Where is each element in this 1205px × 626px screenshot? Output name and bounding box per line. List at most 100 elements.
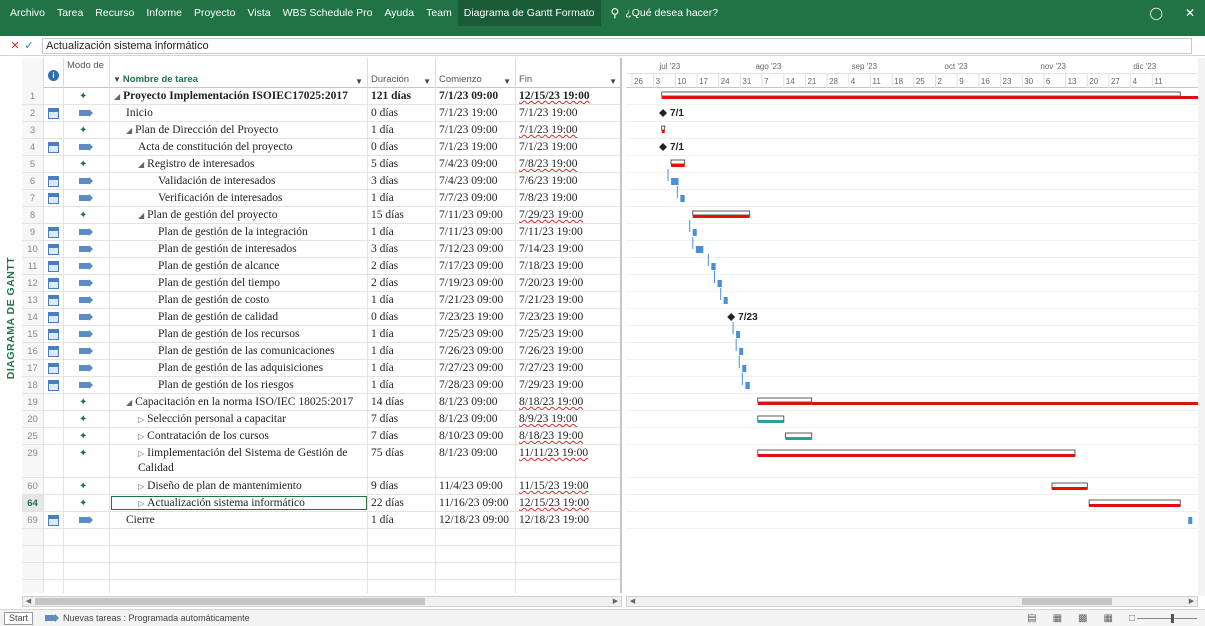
scroll-right-icon[interactable]: ▶ <box>610 597 621 606</box>
table-row[interactable]: 18 Plan de gestión de los riesgos 1 día 7/2… <box>22 377 620 394</box>
expand-triangle-icon[interactable]: ▷ <box>138 499 144 508</box>
collapse-triangle-icon[interactable]: ◢ <box>138 160 144 169</box>
start-cell[interactable]: 7/1/23 09:00 <box>436 88 516 104</box>
finish-cell[interactable]: 7/29/23 19:00 <box>516 207 620 223</box>
finish-cell[interactable]: 7/25/23 19:00 <box>516 326 620 342</box>
ribbon-tab-recurso[interactable]: Recurso <box>89 0 140 26</box>
duration-cell[interactable]: 2 días <box>368 258 436 274</box>
row-id[interactable]: 10 <box>22 241 44 257</box>
mode-cell[interactable] <box>64 241 110 257</box>
finish-cell[interactable]: 8/18/23 19:00 <box>516 394 620 410</box>
task-name-cell[interactable]: Plan de gestión de alcance <box>110 258 368 274</box>
duration-cell[interactable]: 1 día <box>368 122 436 138</box>
duration-cell[interactable]: 5 días <box>368 156 436 172</box>
mode-cell[interactable] <box>64 258 110 274</box>
mode-cell[interactable] <box>64 512 110 528</box>
mode-cell[interactable]: ✦ <box>64 495 110 511</box>
finish-cell[interactable]: 7/8/23 19:00 <box>516 190 620 206</box>
start-cell[interactable]: 7/28/23 09:00 <box>436 377 516 393</box>
table-row[interactable]: 1 ✦ ◢ Proyecto Implementación ISOIEC17025:2… <box>22 88 620 105</box>
table-row[interactable]: 29 ✦ ▷ Iimplementación del Sistema de Gesti… <box>22 445 620 478</box>
duration-cell[interactable] <box>368 546 436 562</box>
finish-cell[interactable]: 7/8/23 19:00 <box>516 156 620 172</box>
table-row[interactable]: 16 Plan de gestión de las comunicaciones 1… <box>22 343 620 360</box>
cancel-entry-icon[interactable]: ✕ <box>8 39 22 52</box>
row-id[interactable]: 14 <box>22 309 44 325</box>
row-id[interactable]: 6 <box>22 173 44 189</box>
finish-cell[interactable]: 7/23/23 19:00 <box>516 309 620 325</box>
duration-cell[interactable]: 2 días <box>368 275 436 291</box>
mode-cell[interactable]: ✦ <box>64 428 110 444</box>
mode-cell[interactable] <box>64 309 110 325</box>
duration-cell[interactable] <box>368 563 436 579</box>
table-row[interactable]: 9 Plan de gestión de la integración 1 día 7… <box>22 224 620 241</box>
table-row[interactable]: 25 ✦ ▷ Contratación de los cursos 7 días 8/10… <box>22 428 620 445</box>
start-button[interactable]: Start <box>4 611 34 625</box>
row-id[interactable]: 16 <box>22 343 44 359</box>
duration-column-header[interactable]: Duración ▼ <box>368 58 436 88</box>
row-id[interactable]: 69 <box>22 512 44 528</box>
start-cell[interactable]: 7/17/23 09:00 <box>436 258 516 274</box>
row-id[interactable]: 20 <box>22 411 44 427</box>
duration-cell[interactable]: 1 día <box>368 512 436 528</box>
scroll-right-icon[interactable]: ▶ <box>1186 597 1197 606</box>
ribbon-tab-wbs-schedule-pro[interactable]: WBS Schedule Pro <box>277 0 379 26</box>
mode-cell[interactable]: ✦ <box>64 478 110 494</box>
row-id[interactable]: 17 <box>22 360 44 376</box>
ribbon-tab-archivo[interactable]: Archivo <box>4 0 51 26</box>
table-row[interactable]: 60 ✦ ▷ Diseño de plan de mantenimiento 9 día… <box>22 478 620 495</box>
task-name-cell[interactable]: Plan de gestión de la integración <box>110 224 368 240</box>
finish-cell[interactable]: 7/29/23 19:00 <box>516 377 620 393</box>
duration-cell[interactable]: 3 días <box>368 173 436 189</box>
task-name-cell[interactable]: Verificación de interesados <box>110 190 368 206</box>
expand-triangle-icon[interactable]: ▷ <box>138 482 144 491</box>
task-name-cell[interactable]: ▷ Actualización sistema informático <box>110 495 368 511</box>
scroll-left-icon[interactable]: ◀ <box>627 597 638 606</box>
finish-cell[interactable]: 8/18/23 19:00 <box>516 428 620 444</box>
mode-cell[interactable]: ✦ <box>64 445 110 477</box>
duration-cell[interactable] <box>368 529 436 545</box>
finish-cell[interactable]: 11/15/23 19:00 <box>516 478 620 494</box>
row-id[interactable]: 9 <box>22 224 44 240</box>
table-row[interactable]: 2 Inicio 0 días 7/1/23 19:00 7/1/23 19:00 <box>22 105 620 122</box>
ribbon-tab-informe[interactable]: Informe <box>140 0 188 26</box>
ribbon-tab-tarea[interactable]: Tarea <box>51 0 89 26</box>
task-name-cell[interactable]: ◢ Registro de interesados <box>110 156 368 172</box>
finish-cell[interactable]: 8/9/23 19:00 <box>516 411 620 427</box>
duration-cell[interactable]: 7 días <box>368 428 436 444</box>
duration-cell[interactable]: 1 día <box>368 343 436 359</box>
table-row[interactable]: 12 Plan de gestión del tiempo 2 días 7/19/2… <box>22 275 620 292</box>
start-cell[interactable]: 7/26/23 09:00 <box>436 343 516 359</box>
resource-sheet-icon[interactable]: ▦ <box>1104 613 1113 624</box>
start-cell[interactable]: 7/12/23 09:00 <box>436 241 516 257</box>
row-id[interactable]: 7 <box>22 190 44 206</box>
duration-cell[interactable]: 14 días <box>368 394 436 410</box>
report-view-icon[interactable]: □ <box>1129 613 1135 624</box>
empty-row[interactable] <box>22 546 620 563</box>
duration-cell[interactable] <box>368 580 436 593</box>
row-id[interactable]: 19 <box>22 394 44 410</box>
table-row[interactable]: 15 Plan de gestión de los recursos 1 día 7/… <box>22 326 620 343</box>
mode-cell[interactable]: ✦ <box>64 122 110 138</box>
table-row[interactable]: 3 ✦ ◢ Plan de Dirección del Proyecto 1 día 7/… <box>22 122 620 139</box>
finish-cell[interactable]: 7/21/23 19:00 <box>516 292 620 308</box>
ribbon-tab-team[interactable]: Team <box>420 0 458 26</box>
finish-cell[interactable] <box>516 580 620 593</box>
start-cell[interactable]: 7/4/23 09:00 <box>436 156 516 172</box>
task-name-cell[interactable]: Cierre <box>110 512 368 528</box>
start-cell[interactable]: 7/1/23 19:00 <box>436 105 516 121</box>
grid-horizontal-scrollbar[interactable]: ◀ ▶ <box>22 596 622 607</box>
finish-cell[interactable]: 7/1/23 19:00 <box>516 122 620 138</box>
start-cell[interactable] <box>436 563 516 579</box>
duration-cell[interactable]: 75 días <box>368 445 436 477</box>
row-id[interactable]: 8 <box>22 207 44 223</box>
duration-cell[interactable]: 1 día <box>368 292 436 308</box>
empty-row[interactable] <box>22 580 620 593</box>
expand-triangle-icon[interactable]: ▷ <box>138 415 144 424</box>
task-name-cell[interactable]: Plan de gestión de interesados <box>110 241 368 257</box>
finish-cell[interactable]: 7/14/23 19:00 <box>516 241 620 257</box>
task-name-cell[interactable]: ▷ Diseño de plan de mantenimiento <box>110 478 368 494</box>
grid-scroll-thumb[interactable] <box>35 598 425 605</box>
finish-cell[interactable]: 7/26/23 19:00 <box>516 343 620 359</box>
start-cell[interactable]: 8/10/23 09:00 <box>436 428 516 444</box>
